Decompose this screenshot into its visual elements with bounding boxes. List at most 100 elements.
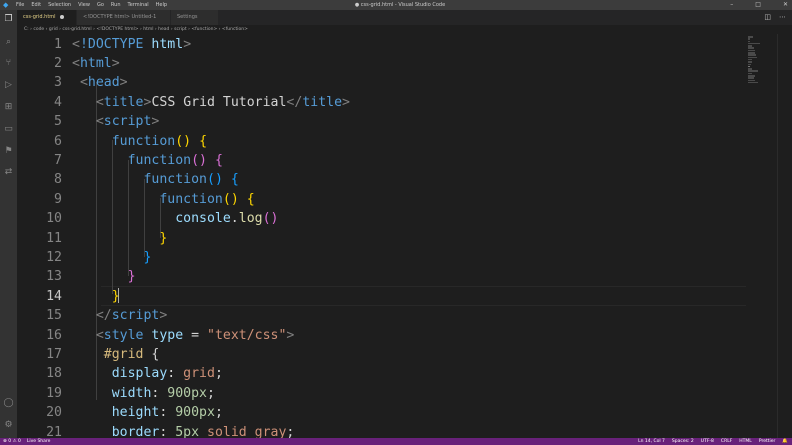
code-line[interactable]: 6 function() {	[17, 132, 792, 151]
code-text: <title>CSS Grid Tutorial</title>	[72, 93, 350, 112]
breadcrumb-item[interactable]: code	[33, 27, 44, 32]
breadcrumb-item[interactable]: <function>	[222, 27, 248, 32]
extensions-icon[interactable]: ⊞	[3, 102, 14, 113]
code-line[interactable]: 9 function() {	[17, 190, 792, 209]
code-editor[interactable]: 1 <!DOCTYPE html> 2 <html> 3 <head> 4 <title>…	[17, 34, 792, 438]
vertical-scrollbar[interactable]	[777, 34, 792, 438]
notifications-icon[interactable]: 🔔	[782, 438, 788, 445]
code-line[interactable]: 18 display: grid;	[17, 364, 792, 383]
prettier-status[interactable]: Prettier	[759, 438, 776, 445]
code-token: CSS Grid Tutorial	[151, 94, 287, 110]
menu-edit[interactable]: Edit	[31, 0, 41, 10]
code-token: type	[143, 327, 184, 343]
minimap-row	[748, 36, 754, 38]
code-text: <script>	[72, 112, 160, 131]
code-line[interactable]: 21 border: 5px solid gray;	[17, 423, 792, 439]
code-line[interactable]: 1 <!DOCTYPE html>	[17, 35, 792, 54]
code-token: console	[175, 211, 231, 227]
menu-view[interactable]: View	[78, 0, 90, 10]
code-token: 900px	[175, 405, 215, 421]
menu-terminal[interactable]: Terminal	[128, 0, 149, 10]
indentation-status[interactable]: Spaces: 2	[672, 438, 694, 445]
problems-status[interactable]: ⊗ 0 ⚠ 0	[3, 438, 21, 445]
minimap[interactable]	[748, 36, 760, 96]
line-number: 3	[54, 75, 62, 91]
code-text: <head>	[72, 73, 128, 92]
code-line[interactable]: 12 }	[17, 248, 792, 267]
code-token: function	[127, 152, 192, 168]
code-line[interactable]: 8 function() {	[17, 170, 792, 189]
code-line[interactable]: 7 function() {	[17, 151, 792, 170]
code-line[interactable]: 4 <title>CSS Grid Tutorial</title>	[17, 93, 792, 112]
breadcrumb-item[interactable]: <function>	[191, 27, 217, 32]
encoding-status[interactable]: UTF-8	[701, 438, 714, 445]
gear-icon[interactable]: ⚙	[3, 420, 14, 431]
account-icon[interactable]: ◯	[3, 398, 14, 409]
more-actions-icon[interactable]: ⋯	[779, 10, 786, 25]
code-token: {	[214, 152, 223, 168]
tab-css-grid-html[interactable]: css-grid.html	[17, 10, 77, 25]
language-mode-status[interactable]: HTML	[739, 438, 752, 445]
code-line[interactable]: 11 }	[17, 229, 792, 248]
code-text: }	[72, 229, 167, 248]
files-icon[interactable]: ❐	[3, 14, 14, 25]
code-token: html	[79, 55, 112, 71]
close-window-button[interactable]: ✕	[783, 0, 788, 10]
code-line[interactable]: 15 </script>	[17, 306, 792, 325]
eol-status[interactable]: CRLF	[721, 438, 732, 445]
unsaved-dot-icon[interactable]	[59, 14, 64, 19]
code-line[interactable]: 10 console.log()	[17, 209, 792, 228]
code-token: >	[342, 94, 350, 110]
minimize-button[interactable]: –	[730, 0, 733, 10]
bookmark-icon[interactable]: ⚑	[3, 146, 14, 157]
code-line[interactable]: 5 <script>	[17, 112, 792, 131]
code-token: :	[167, 366, 184, 382]
breadcrumb-item[interactable]: css-grid.html	[62, 27, 91, 32]
editor-actions: ◫ ⋯	[764, 10, 786, 25]
tab-settings[interactable]: Settings	[171, 10, 219, 25]
line-number: 19	[46, 385, 62, 401]
breadcrumb-item[interactable]: script	[174, 27, 187, 32]
code-line[interactable]: 13 }	[17, 267, 792, 286]
line-number: 4	[54, 94, 62, 110]
line-number: 17	[46, 346, 62, 362]
search-icon[interactable]: ⌕	[3, 37, 14, 48]
code-line[interactable]: 14 }	[17, 287, 792, 306]
source-control-icon[interactable]: ⑂	[3, 58, 14, 69]
status-bar: ⊗ 0 ⚠ 0 Live Share Ln 14, Col 7 Spaces: …	[0, 438, 792, 445]
live-share-status[interactable]: Live Share	[27, 438, 51, 445]
menu-run[interactable]: Run	[111, 0, 121, 10]
code-line[interactable]: 19 width: 900px;	[17, 384, 792, 403]
breadcrumb-item[interactable]: <!DOCTYPE html>	[96, 27, 138, 32]
code-line[interactable]: 16 <style type = "text/css">	[17, 326, 792, 345]
code-line[interactable]: 3 <head>	[17, 73, 792, 92]
breadcrumb-item[interactable]: head	[158, 27, 169, 32]
line-number: 21	[46, 424, 62, 439]
menu-file[interactable]: File	[16, 0, 24, 10]
breadcrumb-item[interactable]: grid	[49, 27, 58, 32]
tab-untitled-1[interactable]: <!DOCTYPE html> Untitled-1	[77, 10, 171, 34]
split-editor-icon[interactable]: ◫	[764, 10, 771, 25]
cursor-position-status[interactable]: Ln 14, Col 7	[638, 438, 665, 445]
minimap-row	[748, 79, 755, 82]
code-line[interactable]: 17 #grid {	[17, 345, 792, 364]
menu-selection[interactable]: Selection	[48, 0, 71, 10]
breadcrumb-item[interactable]: C:	[24, 27, 29, 32]
remote-explorer-icon[interactable]: ▭	[3, 124, 14, 135]
code-token: }	[143, 249, 152, 265]
code-token: =	[183, 327, 208, 343]
code-token: head	[87, 75, 120, 91]
code-token: <	[72, 36, 80, 52]
run-debug-icon[interactable]: ▷	[3, 80, 14, 91]
line-number: 2	[54, 55, 62, 71]
menu-bar: File Edit Selection View Go Run Terminal…	[16, 0, 167, 10]
menu-go[interactable]: Go	[97, 0, 104, 10]
live-share-icon[interactable]: ⇄	[3, 167, 14, 178]
code-text: <!DOCTYPE html>	[72, 35, 191, 54]
code-line[interactable]: 20 height: 900px;	[17, 403, 792, 422]
menu-help[interactable]: Help	[156, 0, 167, 10]
breadcrumb-item[interactable]: html	[143, 27, 153, 32]
code-line[interactable]: 2 <html>	[17, 54, 792, 73]
maximize-button[interactable]: □	[755, 0, 761, 10]
